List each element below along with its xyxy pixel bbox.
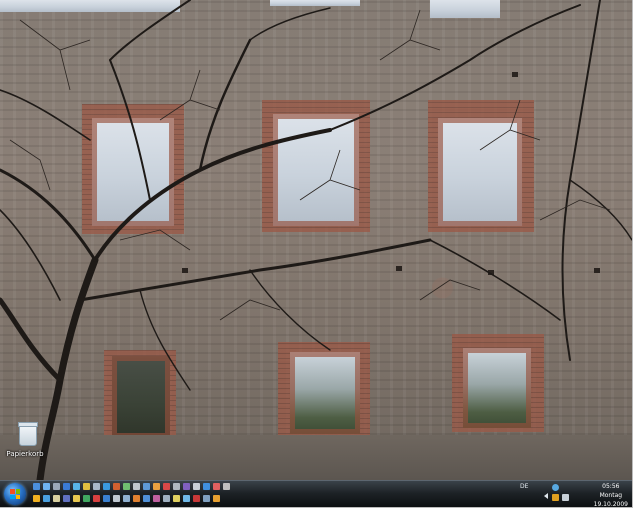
quick-launch-app-icon[interactable] [193,483,200,490]
windows-orb-icon [10,489,20,499]
quick-launch-app-icon[interactable] [43,495,50,502]
quick-launch-app-icon[interactable] [73,483,80,490]
quick-launch-app-icon[interactable] [133,495,140,502]
quick-launch-app-icon[interactable] [213,495,220,502]
antivirus-icon[interactable] [552,494,559,501]
quick-launch-app-icon[interactable] [143,483,150,490]
desktop-screen: Papierkorb DE 05:56 Montag 19.10.2009 [0,0,633,508]
quick-launch-app-icon[interactable] [83,495,90,502]
quick-launch-app-icon[interactable] [183,483,190,490]
quick-launch-app-icon[interactable] [53,495,60,502]
taskbar: DE 05:56 Montag 19.10.2009 [0,480,632,508]
desktop-wallpaper [0,0,632,480]
start-button[interactable] [4,483,26,505]
quick-launch-app-icon[interactable] [163,483,170,490]
quick-launch-app-icon[interactable] [203,495,210,502]
quick-launch-app-icon[interactable] [73,495,80,502]
chevron-left-icon[interactable] [544,493,548,499]
quick-launch-app-icon[interactable] [103,483,110,490]
quick-launch-app-icon[interactable] [153,483,160,490]
clock-date: 19.10.2009 [593,501,628,508]
quick-launch-app-icon[interactable] [173,495,180,502]
quick-launch-app-icon[interactable] [183,495,190,502]
quick-launch-toolbar-row-1 [33,483,230,490]
quick-launch-app-icon[interactable] [143,495,150,502]
quick-launch-app-icon[interactable] [133,483,140,490]
volume-icon[interactable] [562,494,569,501]
quick-launch-app-icon[interactable] [53,483,60,490]
system-tray: DE 05:56 Montag 19.10.2009 [520,481,632,508]
quick-launch-app-icon[interactable] [63,495,70,502]
quick-launch-app-icon[interactable] [33,483,40,490]
wallpaper-tree-branches [0,0,632,480]
quick-launch-app-icon[interactable] [83,483,90,490]
quick-launch-app-icon[interactable] [203,483,210,490]
quick-launch-app-icon[interactable] [63,483,70,490]
language-indicator[interactable]: DE [520,483,528,490]
quick-launch-app-icon[interactable] [123,483,130,490]
quick-launch-app-icon[interactable] [103,495,110,502]
clock[interactable]: 05:56 Montag 19.10.2009 [593,482,628,508]
recycle-bin-icon [18,422,38,446]
quick-launch-app-icon[interactable] [123,495,130,502]
quick-launch-app-icon[interactable] [43,483,50,490]
desktop-icon-label: Papierkorb [6,450,44,458]
quick-launch-app-icon[interactable] [173,483,180,490]
quick-launch-app-icon[interactable] [113,495,120,502]
quick-launch-app-icon[interactable] [93,495,100,502]
clock-time: 05:56 [602,483,620,490]
quick-launch-app-icon[interactable] [193,495,200,502]
quick-launch-app-icon[interactable] [153,495,160,502]
quick-launch-app-icon[interactable] [213,483,220,490]
quick-launch-app-icon[interactable] [163,495,170,502]
quick-launch-app-icon[interactable] [93,483,100,490]
quick-launch-app-icon[interactable] [113,483,120,490]
quick-launch-app-icon[interactable] [33,495,40,502]
quick-launch-app-icon[interactable] [223,483,230,490]
quick-launch-toolbar-row-2 [33,495,220,502]
network-icon[interactable] [552,484,559,491]
clock-day: Montag [599,492,623,499]
desktop-icon-recycle-bin[interactable]: Papierkorb [6,422,46,458]
